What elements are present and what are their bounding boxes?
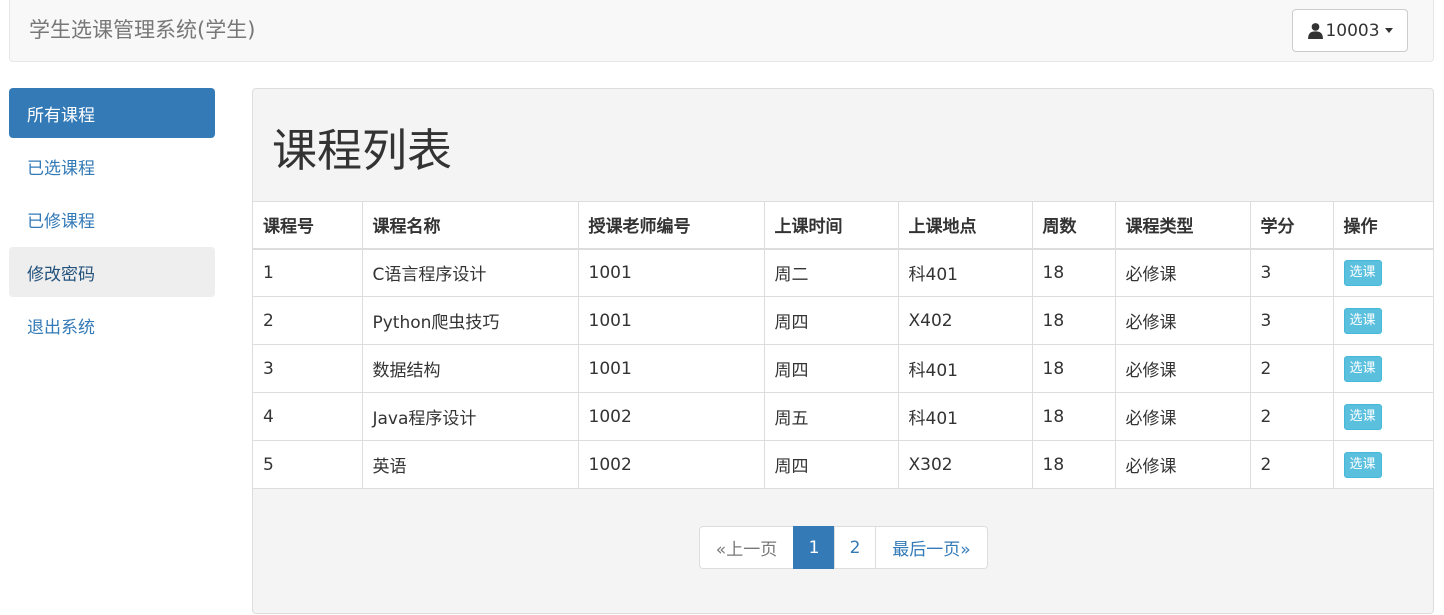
cell-teacher-id: 1001 bbox=[577, 344, 765, 393]
sidebar-item-label: 已修课程 bbox=[27, 211, 95, 232]
cell-course-id: 3 bbox=[253, 344, 363, 393]
cell-course-name: Python爬虫技巧 bbox=[361, 296, 579, 345]
user-menu-button[interactable]: 10003 bbox=[1292, 9, 1408, 52]
course-list-panel: 课程列表 课程号 课程名称 授课老师编号 上课时间 上课地点 周数 课程类型 学… bbox=[252, 88, 1434, 614]
sidebar-item-all-courses[interactable]: 所有课程 bbox=[9, 88, 215, 138]
caret-down-icon bbox=[1384, 28, 1393, 33]
cell-course-type: 必修课 bbox=[1114, 344, 1251, 393]
sidebar-item-label: 所有课程 bbox=[27, 105, 95, 126]
cell-class-time: 周五 bbox=[763, 392, 899, 441]
cell-course-id: 5 bbox=[253, 440, 363, 489]
select-course-button[interactable]: 选课 bbox=[1343, 451, 1382, 478]
app-brand[interactable]: 学生选课管理系统(学生) bbox=[29, 17, 255, 43]
table-row: 1 C语言程序设计 1001 周二 科401 18 必修课 3 选课 bbox=[253, 248, 1433, 297]
cell-weeks: 18 bbox=[1031, 296, 1116, 345]
cell-class-time: 周四 bbox=[763, 296, 899, 345]
cell-action: 选课 bbox=[1332, 248, 1433, 297]
sidebar-item-label: 修改密码 bbox=[27, 264, 95, 285]
cell-location: 科401 bbox=[897, 248, 1033, 297]
select-course-button[interactable]: 选课 bbox=[1343, 355, 1382, 382]
table-header-row: 课程号 课程名称 授课老师编号 上课时间 上课地点 周数 课程类型 学分 操作 bbox=[253, 201, 1433, 250]
cell-location: X302 bbox=[897, 440, 1033, 489]
cell-credits: 2 bbox=[1249, 392, 1334, 441]
column-header-course-name: 课程名称 bbox=[361, 201, 579, 250]
page-title: 课程列表 bbox=[272, 124, 453, 177]
sidebar-item-label: 已选课程 bbox=[27, 158, 95, 179]
table-row: 4 Java程序设计 1002 周五 科401 18 必修课 2 选课 bbox=[253, 392, 1433, 441]
sidebar-item-label: 退出系统 bbox=[27, 317, 95, 338]
column-header-action: 操作 bbox=[1332, 201, 1433, 250]
cell-class-time: 周四 bbox=[763, 440, 899, 489]
column-header-credits: 学分 bbox=[1249, 201, 1334, 250]
pagination-last-link[interactable]: 最后一页» bbox=[875, 526, 988, 569]
cell-weeks: 18 bbox=[1031, 440, 1116, 489]
cell-action: 选课 bbox=[1332, 440, 1433, 489]
top-navbar: 学生选课管理系统(学生) 10003 bbox=[9, 0, 1434, 62]
column-header-teacher-id: 授课老师编号 bbox=[577, 201, 765, 250]
cell-teacher-id: 1002 bbox=[577, 392, 765, 441]
user-icon bbox=[1308, 23, 1324, 39]
column-header-course-type: 课程类型 bbox=[1114, 201, 1251, 250]
cell-credits: 3 bbox=[1249, 248, 1334, 297]
cell-action: 选课 bbox=[1332, 392, 1433, 441]
course-table-wrapper: 课程号 课程名称 授课老师编号 上课时间 上课地点 周数 课程类型 学分 操作 … bbox=[253, 201, 1433, 489]
cell-location: 科401 bbox=[897, 344, 1033, 393]
cell-weeks: 18 bbox=[1031, 344, 1116, 393]
cell-course-id: 4 bbox=[253, 392, 363, 441]
sidebar: 所有课程 已选课程 已修课程 修改密码 退出系统 bbox=[9, 88, 215, 353]
select-course-button[interactable]: 选课 bbox=[1343, 307, 1382, 334]
cell-action: 选课 bbox=[1332, 296, 1433, 345]
course-table: 课程号 课程名称 授课老师编号 上课时间 上课地点 周数 课程类型 学分 操作 … bbox=[253, 201, 1433, 489]
column-header-class-time: 上课时间 bbox=[763, 201, 899, 250]
cell-course-name: C语言程序设计 bbox=[361, 248, 579, 297]
sidebar-item-logout[interactable]: 退出系统 bbox=[9, 300, 215, 350]
column-header-course-id: 课程号 bbox=[253, 201, 363, 250]
table-row: 3 数据结构 1001 周四 科401 18 必修课 2 选课 bbox=[253, 344, 1433, 393]
cell-location: X402 bbox=[897, 296, 1033, 345]
column-header-weeks: 周数 bbox=[1031, 201, 1116, 250]
cell-course-id: 1 bbox=[253, 248, 363, 297]
select-course-button[interactable]: 选课 bbox=[1343, 403, 1382, 430]
cell-course-type: 必修课 bbox=[1114, 248, 1251, 297]
cell-course-id: 2 bbox=[253, 296, 363, 345]
pagination-prev-link[interactable]: «上一页 bbox=[699, 526, 794, 569]
table-row: 5 英语 1002 周四 X302 18 必修课 2 选课 bbox=[253, 440, 1433, 489]
column-header-location: 上课地点 bbox=[897, 201, 1033, 250]
cell-course-type: 必修课 bbox=[1114, 392, 1251, 441]
cell-course-name: 英语 bbox=[361, 440, 579, 489]
pagination-page-2[interactable]: 2 bbox=[834, 526, 876, 569]
sidebar-item-change-password[interactable]: 修改密码 bbox=[9, 247, 215, 297]
cell-teacher-id: 1002 bbox=[577, 440, 765, 489]
pagination: «上一页 1 2 最后一页» bbox=[699, 526, 988, 569]
cell-weeks: 18 bbox=[1031, 248, 1116, 297]
cell-teacher-id: 1001 bbox=[577, 296, 765, 345]
cell-action: 选课 bbox=[1332, 344, 1433, 393]
table-row: 2 Python爬虫技巧 1001 周四 X402 18 必修课 3 选课 bbox=[253, 296, 1433, 345]
cell-class-time: 周二 bbox=[763, 248, 899, 297]
pagination-page-1[interactable]: 1 bbox=[793, 526, 835, 569]
cell-class-time: 周四 bbox=[763, 344, 899, 393]
cell-course-name: Java程序设计 bbox=[361, 392, 579, 441]
cell-credits: 3 bbox=[1249, 296, 1334, 345]
cell-location: 科401 bbox=[897, 392, 1033, 441]
cell-credits: 2 bbox=[1249, 440, 1334, 489]
sidebar-item-selected-courses[interactable]: 已选课程 bbox=[9, 141, 215, 191]
cell-course-type: 必修课 bbox=[1114, 296, 1251, 345]
user-id-label: 10003 bbox=[1325, 20, 1380, 41]
cell-course-type: 必修课 bbox=[1114, 440, 1251, 489]
cell-weeks: 18 bbox=[1031, 392, 1116, 441]
sidebar-item-completed-courses[interactable]: 已修课程 bbox=[9, 194, 215, 244]
select-course-button[interactable]: 选课 bbox=[1343, 259, 1382, 286]
cell-teacher-id: 1001 bbox=[577, 248, 765, 297]
cell-credits: 2 bbox=[1249, 344, 1334, 393]
cell-course-name: 数据结构 bbox=[361, 344, 579, 393]
